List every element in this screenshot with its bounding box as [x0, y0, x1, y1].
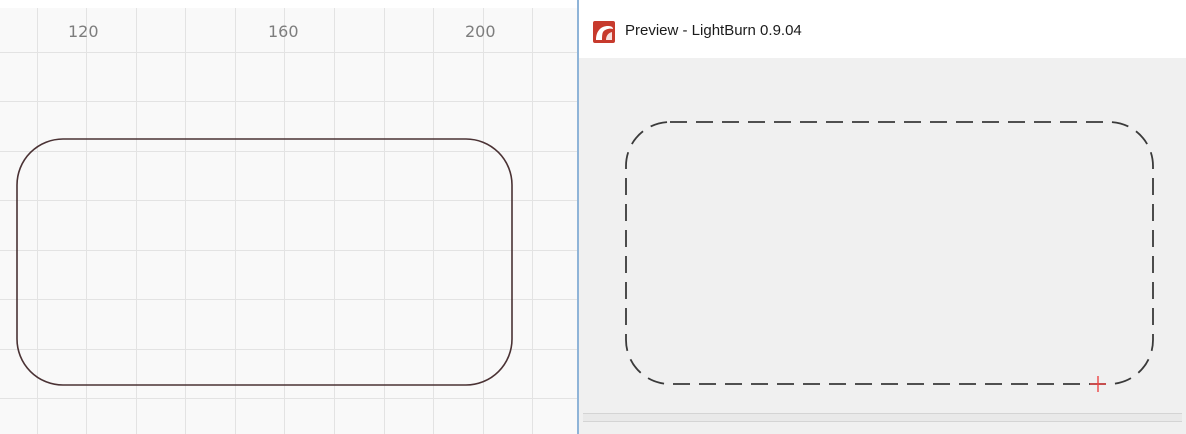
ruler-label-120: 120 [68, 22, 99, 41]
preview-dashed-path [625, 121, 1154, 385]
window-title: Preview - LightBurn 0.9.04 [625, 22, 802, 39]
design-canvas[interactable]: 120 160 200 [0, 0, 577, 434]
preview-canvas[interactable] [579, 58, 1186, 412]
lightburn-logo-icon [593, 21, 615, 43]
canvas-grid [0, 0, 577, 434]
laser-position-marker [1090, 376, 1106, 392]
design-rounded-rectangle[interactable] [16, 138, 513, 386]
preview-scrollbar[interactable] [583, 413, 1182, 422]
ruler-label-200: 200 [465, 22, 496, 41]
preview-window: Preview - LightBurn 0.9.04 [579, 0, 1186, 434]
ruler-label-160: 160 [268, 22, 299, 41]
preview-titlebar[interactable]: Preview - LightBurn 0.9.04 [579, 0, 1186, 58]
